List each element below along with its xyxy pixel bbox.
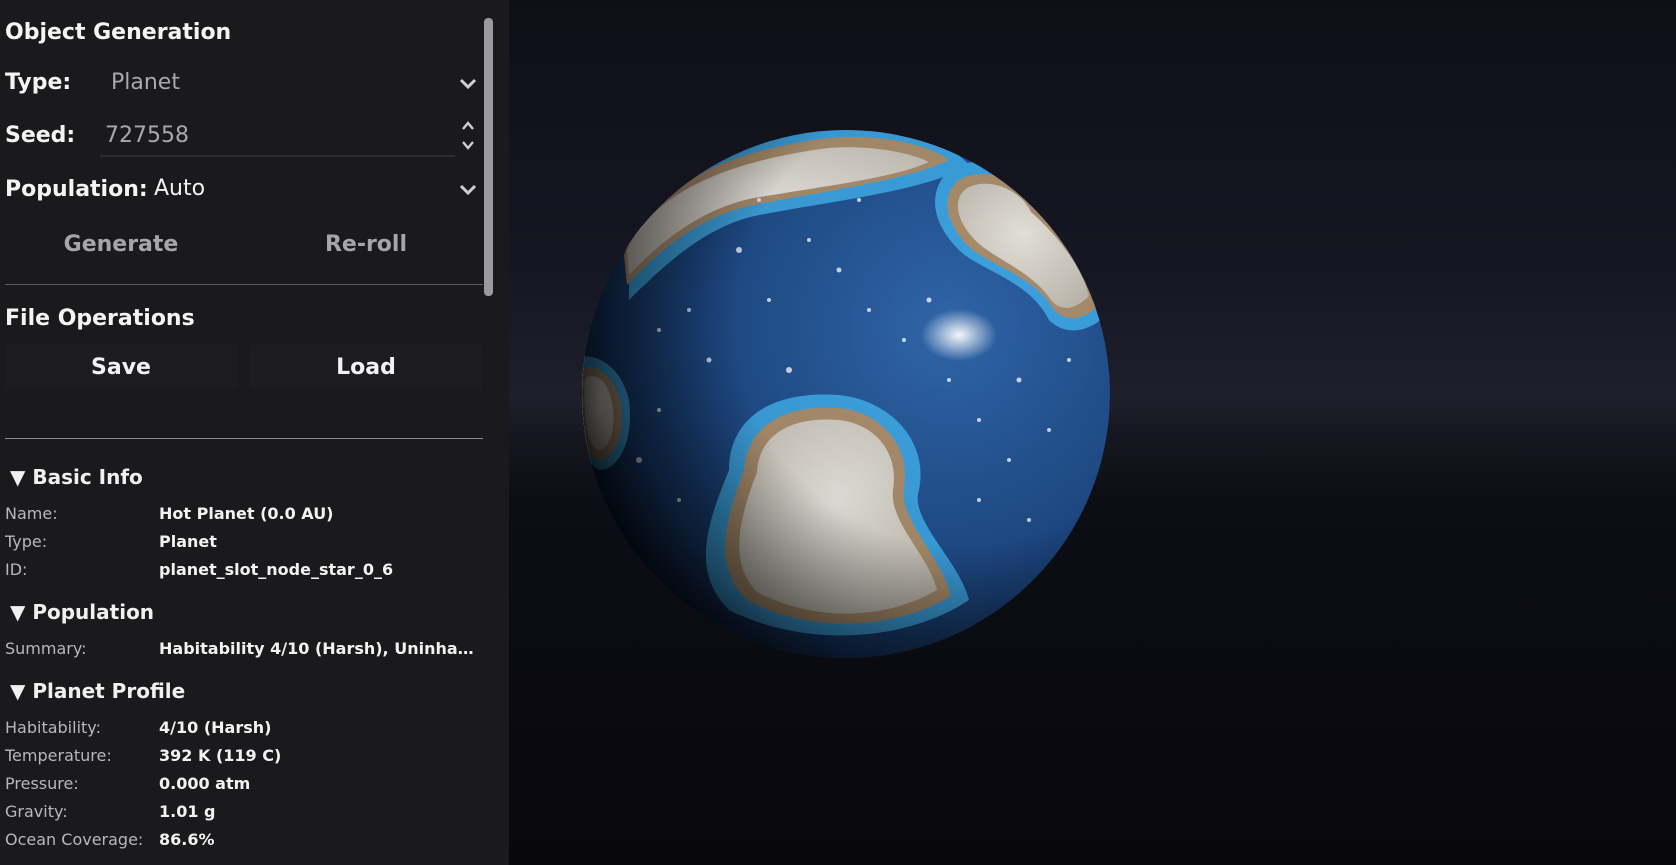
- gravity-label: Gravity:: [5, 802, 68, 821]
- ocean-coverage-label: Ocean Coverage:: [5, 830, 144, 849]
- type-info-label: Type:: [5, 532, 48, 551]
- planet-profile-header[interactable]: ▼ Planet Profile: [10, 679, 185, 703]
- chevron-down-icon: [459, 184, 477, 196]
- pressure-label: Pressure:: [5, 774, 79, 793]
- planet-render: [582, 130, 1110, 658]
- population-header[interactable]: ▼ Population: [10, 600, 154, 624]
- habitability-label: Habitability:: [5, 718, 101, 737]
- seed-input: 727558: [105, 123, 189, 148]
- panel-scrollbar-thumb[interactable]: [484, 18, 493, 296]
- gravity-value: 1.01 g: [159, 802, 216, 821]
- type-label: Type:: [5, 70, 72, 95]
- seed-input-underline: [100, 155, 455, 157]
- pressure-value: 0.000 atm: [159, 774, 251, 793]
- spin-up-down-icon[interactable]: [460, 118, 476, 154]
- temperature-value: 392 K (119 C): [159, 746, 282, 765]
- object-generation-title: Object Generation: [5, 20, 232, 45]
- load-button[interactable]: Load: [250, 345, 482, 389]
- inspector-panel: Object Generation Type: Planet Seed: 727…: [0, 0, 509, 865]
- name-value: Hot Planet (0.0 AU): [159, 504, 334, 523]
- population-dropdown-value: Auto: [154, 176, 206, 201]
- id-value: planet_slot_node_star_0_6: [159, 560, 394, 579]
- summary-value: Habitability 4/10 (Harsh), Uninhabit...: [159, 639, 479, 658]
- population-dropdown[interactable]: Auto: [150, 172, 480, 208]
- generate-button[interactable]: Generate: [5, 222, 237, 266]
- habitability-value: 4/10 (Harsh): [159, 718, 272, 737]
- type-info-value: Planet: [159, 532, 217, 551]
- temperature-label: Temperature:: [5, 746, 112, 765]
- id-label: ID:: [5, 560, 28, 579]
- chevron-down-icon: [459, 78, 477, 90]
- planet-viewport[interactable]: [509, 0, 1676, 865]
- file-operations-title: File Operations: [5, 306, 195, 331]
- ocean-coverage-value: 86.6%: [159, 830, 215, 849]
- section-divider: [5, 438, 483, 439]
- reroll-button[interactable]: Re-roll: [250, 222, 482, 266]
- save-button[interactable]: Save: [5, 345, 237, 389]
- type-dropdown-value: Planet: [111, 70, 180, 95]
- basic-info-header[interactable]: ▼ Basic Info: [10, 465, 143, 489]
- type-dropdown[interactable]: Planet: [100, 66, 480, 102]
- section-divider: [5, 284, 483, 285]
- app-window: Object Generation Type: Planet Seed: 727…: [0, 0, 1676, 865]
- population-label: Population:: [5, 177, 148, 202]
- seed-label: Seed:: [5, 123, 76, 148]
- name-label: Name:: [5, 504, 58, 523]
- seed-spinbox[interactable]: 727558: [100, 118, 480, 156]
- summary-label: Summary:: [5, 639, 87, 658]
